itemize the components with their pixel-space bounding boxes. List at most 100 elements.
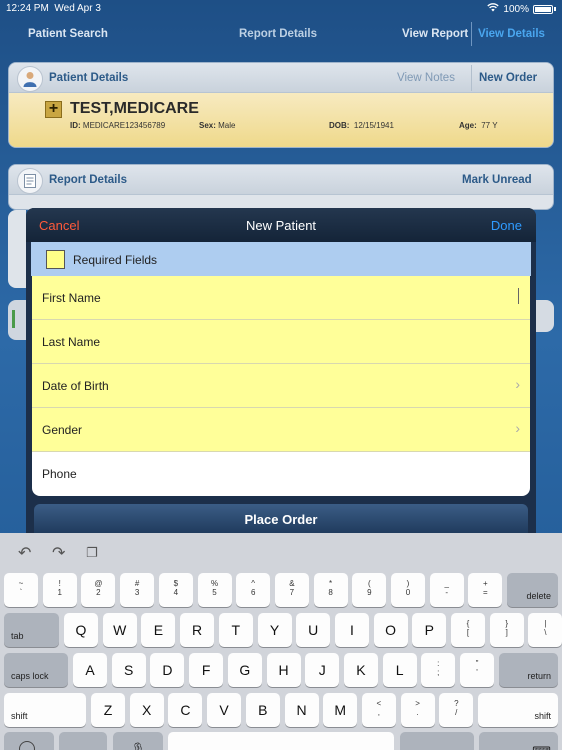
key-e[interactable]: E xyxy=(141,613,176,647)
report-details-header: Report Details Mark Unread xyxy=(9,165,553,195)
view-notes-button[interactable]: View Notes xyxy=(397,72,455,84)
key-n[interactable]: N xyxy=(284,693,319,727)
hide-keyboard-key[interactable]: ⌨ xyxy=(479,732,558,750)
key-m[interactable]: M xyxy=(323,693,358,727)
first-name-field[interactable]: First Name xyxy=(32,276,530,320)
key-l[interactable]: L xyxy=(382,653,417,687)
field-label: Date of Birth xyxy=(42,379,109,393)
dictation-key[interactable]: 🎙 xyxy=(113,732,163,750)
key-3[interactable]: #3 xyxy=(120,573,155,607)
key-j[interactable]: J xyxy=(305,653,340,687)
key-t[interactable]: T xyxy=(218,613,253,647)
patient-details-title: Patient Details xyxy=(49,72,129,84)
key-sym[interactable]: ? / xyxy=(439,693,474,727)
space-bar[interactable] xyxy=(168,732,394,750)
key-1[interactable]: ! 1 xyxy=(42,573,77,607)
key-a[interactable]: A xyxy=(73,653,107,687)
key-r[interactable]: R xyxy=(180,613,215,647)
key-c[interactable]: C xyxy=(168,693,203,727)
field-label: Phone xyxy=(42,467,77,481)
emoji-key[interactable] xyxy=(4,732,54,750)
delete-key[interactable]: delete xyxy=(507,573,558,607)
paste-icon[interactable]: ❐ xyxy=(86,545,98,561)
key-q[interactable]: Q xyxy=(64,613,98,647)
key-6[interactable]: ^ 6 xyxy=(236,573,271,607)
key-0[interactable]: ) 0 xyxy=(391,573,425,607)
expand-plus-icon[interactable]: + xyxy=(45,101,62,118)
key-`[interactable]: ~ ` xyxy=(4,573,38,607)
nav-view-details[interactable]: View Details xyxy=(478,28,545,40)
redo-icon[interactable]: ↷ xyxy=(52,543,65,563)
chevron-right-icon: › xyxy=(515,420,520,436)
key-u[interactable]: U xyxy=(296,613,331,647)
mark-unread-button[interactable]: Mark Unread xyxy=(462,174,532,186)
key-g[interactable]: G xyxy=(227,653,262,687)
shift-key-left[interactable]: shift xyxy=(4,693,86,727)
patient-summary: + TEST,MEDICARE ID: MEDICARE123456789 Se… xyxy=(9,93,553,147)
key-4[interactable]: $4 xyxy=(158,573,193,607)
undo-icon[interactable]: ↶ xyxy=(18,543,31,563)
place-order-button[interactable]: Place Order xyxy=(34,504,528,534)
key-sym[interactable]: >. xyxy=(400,693,435,727)
key-=[interactable]: + = xyxy=(468,573,503,607)
report-details-title: Report Details xyxy=(49,174,127,186)
done-button[interactable]: Done xyxy=(491,218,522,233)
modal-header: Cancel New Patient Done xyxy=(26,208,536,242)
required-fields-label: Required Fields xyxy=(73,253,158,267)
key-v[interactable]: V xyxy=(207,693,242,727)
key-sym[interactable]: " ' xyxy=(460,653,494,687)
field-label: Last Name xyxy=(42,335,101,349)
shift-key-right[interactable]: shift xyxy=(478,693,558,727)
key-sym[interactable]: }] xyxy=(489,613,524,647)
top-nav: Patient Search Report Details View Repor… xyxy=(0,18,562,50)
key-z[interactable]: Z xyxy=(91,693,125,727)
status-time: 12:24 PM Wed Apr 3 xyxy=(6,3,101,14)
key-2[interactable]: @2 xyxy=(81,573,116,607)
key-s[interactable]: S xyxy=(111,653,146,687)
patient-details-panel: Patient Details View Notes New Order + T… xyxy=(8,62,554,148)
background-card-peek xyxy=(8,210,26,288)
key-b[interactable]: B xyxy=(245,693,280,727)
key-x[interactable]: X xyxy=(129,693,164,727)
key-sym[interactable]: | \ xyxy=(528,613,562,647)
globe-icon xyxy=(19,741,35,750)
key-w[interactable]: W xyxy=(102,613,137,647)
tab-key[interactable]: tab xyxy=(4,613,59,647)
text-caret xyxy=(518,288,519,304)
patient-details-header: Patient Details View Notes New Order xyxy=(9,63,553,93)
modal-title: New Patient xyxy=(245,218,317,233)
caps-lock-key[interactable]: caps lock xyxy=(4,653,68,687)
key-5[interactable]: % 5 xyxy=(197,573,232,607)
background-card-peek-right xyxy=(534,300,554,332)
numbers-key-right[interactable]: .?123 xyxy=(400,732,474,750)
last-name-field[interactable]: Last Name xyxy=(32,320,530,364)
key-i[interactable]: I xyxy=(334,613,369,647)
key-d[interactable]: D xyxy=(150,653,185,687)
key-sym[interactable]: :; xyxy=(421,653,456,687)
key-sym[interactable]: {[ xyxy=(451,613,485,647)
key-sym[interactable]: <, xyxy=(361,693,396,727)
field-label: Gender xyxy=(42,423,83,437)
return-key[interactable]: return xyxy=(498,653,558,687)
key-8[interactable]: * 8 xyxy=(313,573,348,607)
phone-field[interactable]: Phone xyxy=(32,452,530,496)
nav-view-report[interactable]: View Report xyxy=(402,28,468,40)
gender-field[interactable]: Gender › xyxy=(32,408,530,452)
key-y[interactable]: Y xyxy=(257,613,292,647)
nav-patient-search[interactable]: Patient Search xyxy=(28,28,108,40)
key-7[interactable]: & 7 xyxy=(274,573,309,607)
nav-report-details[interactable]: Report Details xyxy=(239,28,317,40)
numbers-key-left[interactable]: .?123 xyxy=(59,732,107,750)
key-9[interactable]: (9 xyxy=(352,573,387,607)
chevron-right-icon: › xyxy=(515,376,520,392)
required-fields-legend: Required Fields xyxy=(31,242,531,276)
date-of-birth-field[interactable]: Date of Birth › xyxy=(32,364,530,408)
key-o[interactable]: O xyxy=(373,613,408,647)
key--[interactable]: _ - xyxy=(429,573,464,607)
new-order-button[interactable]: New Order xyxy=(479,72,537,84)
patient-dob: DOB: 12/15/1941 xyxy=(329,121,394,130)
key-h[interactable]: H xyxy=(266,653,301,687)
key-k[interactable]: K xyxy=(343,653,378,687)
key-p[interactable]: P xyxy=(412,613,447,647)
key-f[interactable]: F xyxy=(189,653,224,687)
